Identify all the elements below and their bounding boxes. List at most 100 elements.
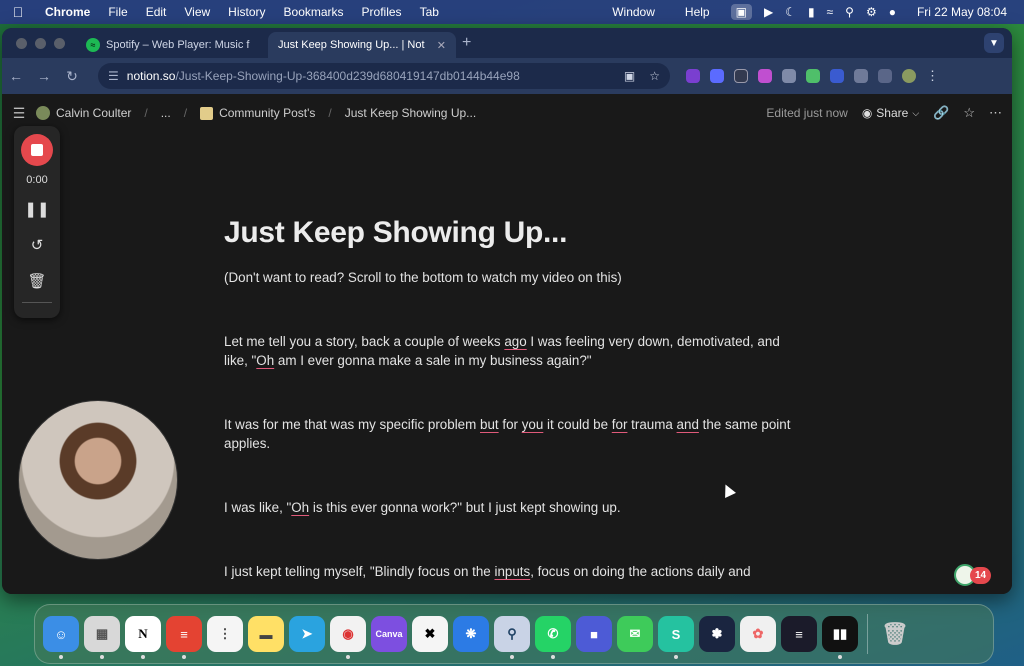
dock-app-gear[interactable]: ❋ (453, 616, 489, 652)
extension-icon[interactable] (806, 69, 820, 83)
chevron-down-icon: ⌵ (912, 107, 920, 118)
siri-icon[interactable]: ● (889, 5, 896, 19)
trash-button[interactable]: 🗑 (27, 272, 46, 294)
spotify-icon: ≈ (86, 38, 100, 52)
pause-button[interactable]: ❚❚ (24, 200, 49, 222)
breadcrumb-workspace[interactable]: Calvin Coulter (56, 106, 131, 120)
dock-todoist[interactable]: ≡ (166, 616, 202, 659)
dock-notion[interactable]: N (125, 616, 161, 659)
menu-bookmarks[interactable]: Bookmarks (275, 5, 353, 19)
favorite-star-icon[interactable]: ☆ (963, 105, 975, 121)
menu-bar:  Chrome File Edit View History Bookmark… (0, 0, 1024, 24)
puzzle-icon[interactable] (854, 69, 868, 83)
breadcrumb-ellipsis[interactable]: ... (161, 106, 171, 120)
paragraph-problem[interactable]: It was for me that was my specific probl… (224, 415, 804, 453)
reload-button[interactable]: ↻ (58, 68, 86, 85)
dock-app-shell[interactable]: ✽ (699, 616, 735, 652)
url-host: notion.so (126, 69, 176, 83)
page-emoji-icon (200, 106, 214, 120)
dock-separator (867, 614, 868, 654)
tab-title: Spotify – Web Player: Music f (106, 39, 250, 51)
dock: ☺ ▦ N ≡ ⋮ ▬ ➤ ◉ Canva ✖ ❋ ⚲ ✆ ■ ✉ S ✽ ✿ … (34, 604, 994, 664)
paragraph-work[interactable]: I was like, "Oh is this ever gonna work?… (224, 498, 804, 517)
extension-icon[interactable] (686, 69, 700, 83)
dock-canva[interactable]: Canva (371, 616, 407, 652)
notification-badge[interactable]: 14 (954, 564, 992, 586)
menu-window[interactable]: Window (603, 5, 664, 19)
bookmark-star-icon[interactable]: ☆ (649, 69, 660, 83)
share-button[interactable]: ◉ Share ⌵ (862, 106, 919, 120)
dock-reminders[interactable]: ⋮ (207, 616, 243, 652)
profile-avatar[interactable] (902, 69, 916, 83)
screen-record-icon[interactable]: ▣ (730, 4, 752, 20)
new-tab-button[interactable]: + (462, 34, 471, 52)
page-content: Just Keep Showing Up... (Don't want to r… (224, 216, 804, 594)
dock-app-search[interactable]: ⚲ (494, 616, 530, 659)
chat-extension-icon[interactable] (782, 69, 796, 83)
menu-profiles[interactable]: Profiles (353, 5, 411, 19)
browser-menu-icon[interactable]: ⋮ (926, 68, 939, 84)
menu-app-name[interactable]: Chrome (36, 5, 99, 19)
dock-app-bars[interactable]: ▮▮ (822, 616, 858, 659)
tab-search-button[interactable]: ▼ (984, 33, 1004, 53)
back-button[interactable]: ← (2, 68, 30, 84)
menu-datetime[interactable]: Fri 22 May 08:04 (908, 5, 1016, 19)
menu-tab[interactable]: Tab (411, 5, 448, 19)
restart-button[interactable]: ↺ (31, 236, 44, 258)
dock-notes[interactable]: ▬ (248, 616, 284, 652)
control-center-icon[interactable]: ⚙ (866, 5, 877, 19)
webcam-bubble[interactable] (18, 400, 178, 560)
link-icon[interactable]: 🔗 (933, 105, 949, 121)
site-info-icon[interactable]: ☰ (108, 69, 119, 83)
zoom-window-button[interactable] (54, 38, 65, 49)
tab-notion[interactable]: N Just Keep Showing Up... | Not ✕ (268, 32, 456, 58)
apple-menu-icon[interactable]:  (0, 4, 36, 20)
menu-file[interactable]: File (99, 5, 136, 19)
menu-edit[interactable]: Edit (137, 5, 176, 19)
dock-launchpad[interactable]: ▦ (84, 616, 120, 659)
menu-help[interactable]: Help (676, 5, 719, 19)
trash-icon[interactable]: 🗑 (877, 616, 913, 652)
dock-app-lock[interactable]: ■ (576, 616, 612, 652)
recorder-divider (22, 302, 52, 303)
cast-icon[interactable]: ▣ (624, 69, 635, 83)
paragraph-story[interactable]: Let me tell you a story, back a couple o… (224, 332, 804, 370)
moon-icon[interactable]: ☾ (785, 5, 796, 19)
breadcrumb-parent[interactable]: Community Post's (219, 106, 315, 120)
sidebar-toggle-icon[interactable]: ☰ (2, 105, 36, 122)
menu-view[interactable]: View (175, 5, 219, 19)
minimize-window-button[interactable] (35, 38, 46, 49)
menu-history[interactable]: History (219, 5, 274, 19)
dock-photos[interactable]: ✿ (740, 616, 776, 652)
more-options-icon[interactable]: ⋯ (989, 105, 1002, 121)
paragraph-intro[interactable]: (Don't want to read? Scroll to the botto… (224, 268, 804, 287)
reading-list-icon[interactable] (878, 69, 892, 83)
globe-icon: ◉ (861, 106, 873, 120)
close-tab-icon[interactable]: ✕ (437, 39, 446, 52)
extension-icon[interactable] (710, 69, 724, 83)
address-bar[interactable]: ☰ notion.so /Just-Keep-Showing-Up-368400… (98, 63, 670, 89)
stop-recording-button[interactable] (21, 134, 53, 166)
battery-icon[interactable]: ▮ (808, 5, 815, 19)
page-title[interactable]: Just Keep Showing Up... (224, 216, 804, 250)
dock-app-stripes[interactable]: ≡ (781, 616, 817, 652)
paragraph-inputs[interactable]: I just kept telling myself, "Blindly foc… (224, 562, 804, 581)
breadcrumb-current[interactable]: Just Keep Showing Up... (345, 106, 476, 120)
wifi-icon[interactable]: ≈ (827, 5, 834, 19)
dock-finder[interactable]: ☺ (43, 616, 79, 659)
tab-spotify[interactable]: ≈ Spotify – Web Player: Music f (76, 32, 262, 58)
edited-status: Edited just now (766, 106, 848, 120)
extension-icon[interactable] (830, 69, 844, 83)
forward-button[interactable]: → (30, 68, 58, 84)
close-window-button[interactable] (16, 38, 27, 49)
play-status-icon[interactable]: ▶ (764, 5, 773, 19)
search-icon[interactable]: ⚲ (845, 5, 854, 19)
dock-chrome[interactable]: ◉ (330, 616, 366, 659)
dock-app-s[interactable]: S (658, 616, 694, 659)
dock-capcut[interactable]: ✖ (412, 616, 448, 652)
extension-icon[interactable] (734, 69, 748, 83)
extension-icon[interactable] (758, 69, 772, 83)
dock-messages[interactable]: ✉ (617, 616, 653, 652)
dock-whatsapp[interactable]: ✆ (535, 616, 571, 659)
dock-telegram[interactable]: ➤ (289, 616, 325, 652)
